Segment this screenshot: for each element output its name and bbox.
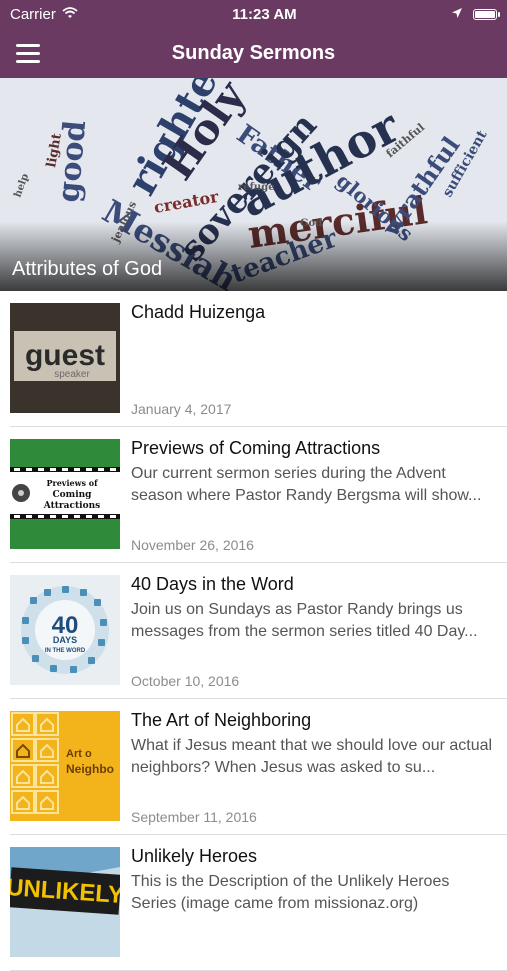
clock: 11:23 AM bbox=[232, 5, 297, 23]
sermon-date: January 4, 2017 bbox=[131, 401, 232, 417]
sermon-title: 40 Days in the Word bbox=[131, 574, 294, 594]
sermon-title: The Art of Neighboring bbox=[131, 710, 312, 730]
thumbnail-text-line1: Previews of bbox=[46, 478, 98, 488]
battery-icon bbox=[472, 8, 500, 20]
list-item[interactable]: 40 DAYS IN THE WORD 40 Days in the Word … bbox=[10, 563, 507, 699]
thumbnail-text-line1: Art o bbox=[66, 748, 92, 760]
sermon-thumbnail: 40 DAYS IN THE WORD bbox=[10, 575, 120, 685]
sermon-title: Chadd Huizenga bbox=[131, 302, 266, 322]
wifi-icon bbox=[62, 6, 78, 23]
sermon-title: Unlikely Heroes bbox=[131, 846, 258, 866]
word-refuge: refuge bbox=[238, 182, 275, 193]
thumbnail-text-speaker: speaker bbox=[54, 369, 90, 380]
location-arrow-icon bbox=[451, 6, 463, 23]
thumbnail-text-line2: Coming bbox=[53, 490, 93, 500]
thumbnail-text-line2: Neighbo bbox=[66, 762, 114, 776]
carrier-label: Carrier bbox=[10, 5, 56, 23]
sermon-description: This is the Description of the Unlikely … bbox=[131, 873, 450, 912]
thumbnail-text-sub: IN THE WORD bbox=[45, 648, 86, 654]
sermon-description: Our current sermon series during the Adv… bbox=[131, 465, 482, 504]
list-item[interactable]: Previews of Coming Attractions Previews … bbox=[10, 427, 507, 563]
thumbnail-text-guest: guest bbox=[25, 339, 105, 372]
page-title: Sunday Sermons bbox=[171, 41, 336, 64]
thumbnail-text-line3: Attractions bbox=[43, 501, 100, 511]
hamburger-menu-icon[interactable] bbox=[16, 39, 46, 67]
sermon-thumbnail: Previews of Coming Attractions bbox=[10, 439, 120, 549]
sermon-thumbnail: UNLIKELY bbox=[10, 847, 120, 957]
sermon-date: November 26, 2016 bbox=[131, 537, 254, 553]
status-bar: Carrier 11:23 AM bbox=[0, 0, 507, 28]
list-item[interactable]: UNLIKELY Unlikely Heroes This is the Des… bbox=[10, 835, 507, 971]
sermon-thumbnail: guest speaker bbox=[10, 303, 120, 413]
featured-series-banner[interactable]: righteous Holy Father author merciful Me… bbox=[0, 78, 507, 291]
sermon-list: guest speaker Chadd Huizenga January 4, … bbox=[0, 291, 507, 971]
sermon-date: October 10, 2016 bbox=[131, 673, 240, 689]
list-item[interactable]: guest speaker Chadd Huizenga January 4, … bbox=[10, 291, 507, 427]
sermon-date: September 11, 2016 bbox=[131, 809, 257, 825]
navigation-bar: Sunday Sermons bbox=[0, 28, 507, 78]
sermon-description: Join us on Sundays as Pastor Randy bring… bbox=[131, 601, 478, 640]
sermon-thumbnail: Art o Neighbo bbox=[10, 711, 120, 821]
sermon-title: Previews of Coming Attractions bbox=[131, 438, 381, 458]
list-item[interactable]: Art o Neighbo The Art of Neighboring Wha… bbox=[10, 699, 507, 835]
banner-title: Attributes of God bbox=[12, 258, 163, 280]
sermon-description: What if Jesus meant that we should love … bbox=[131, 737, 493, 776]
thumbnail-text-word: DAYS bbox=[53, 635, 77, 645]
